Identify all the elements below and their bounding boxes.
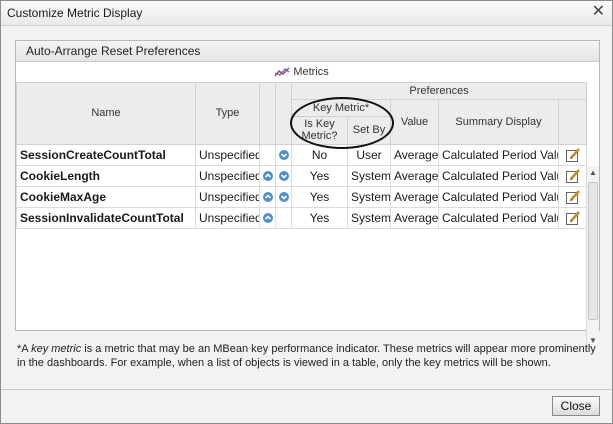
metric-name: CookieMaxAge — [16, 185, 196, 208]
metrics-group-label: Metrics — [293, 65, 329, 78]
set-by: System — [347, 185, 391, 208]
edit-cell — [557, 206, 588, 229]
move-down-icon[interactable] — [279, 150, 289, 161]
vertical-scrollbar[interactable]: ▲ ▼ — [586, 166, 599, 350]
reset-preferences-button[interactable]: Reset Preferences — [101, 44, 200, 58]
column-header-is-key-metric[interactable]: Is Key Metric? — [291, 115, 348, 145]
table-row[interactable]: SessionCreateCountTotal Unspecified No U… — [16, 143, 588, 166]
close-icon[interactable]: ✕ — [592, 3, 605, 21]
summary-display: Calculated Period Value — [438, 164, 559, 187]
metrics-chart-icon — [274, 66, 290, 78]
metric-type: Unspecified — [195, 164, 260, 187]
up-cell — [259, 206, 276, 229]
value: Average — [390, 143, 439, 166]
metric-type: Unspecified — [195, 206, 260, 229]
metric-name: SessionInvalidateCountTotal — [16, 206, 196, 229]
move-up-icon[interactable] — [263, 192, 273, 203]
footnote-term: key metric — [31, 343, 82, 355]
summary-display: Calculated Period Value — [438, 185, 559, 208]
scroll-thumb[interactable] — [588, 182, 598, 320]
set-by: System — [347, 206, 391, 229]
footnote-prefix: *A — [17, 343, 32, 355]
button-bar: Close — [1, 389, 612, 423]
edit-icon[interactable] — [565, 147, 581, 163]
title-bar: Customize Metric Display ✕ — [1, 1, 612, 26]
edit-icon[interactable] — [565, 189, 581, 205]
move-up-icon[interactable] — [263, 171, 273, 182]
column-header-name[interactable]: Name — [16, 81, 196, 145]
value: Average — [390, 206, 439, 229]
edit-cell — [557, 143, 588, 166]
column-header-value[interactable]: Value — [390, 98, 439, 145]
metrics-group-header: Metrics — [16, 62, 587, 83]
key-metric-group-header: Key Metric* — [291, 98, 391, 117]
column-header-down — [275, 81, 292, 145]
close-button[interactable]: Close — [552, 396, 600, 416]
metrics-table: Metrics Name Type Preferences Key Metric… — [16, 62, 588, 229]
move-up-icon[interactable] — [263, 213, 273, 224]
set-by: User — [347, 143, 391, 166]
move-down-icon[interactable] — [279, 192, 289, 203]
up-cell — [259, 164, 276, 187]
up-cell — [259, 185, 276, 208]
table-row[interactable]: SessionInvalidateCountTotal Unspecified … — [16, 206, 588, 229]
metric-type: Unspecified — [195, 185, 260, 208]
move-down-icon[interactable] — [279, 171, 289, 182]
down-cell — [275, 185, 292, 208]
is-key-metric: Yes — [291, 164, 348, 187]
column-header-up — [259, 81, 276, 145]
edit-icon[interactable] — [565, 168, 581, 184]
key-metric-footnote: *A key metric is a metric that may be an… — [17, 342, 597, 370]
table-row[interactable]: CookieMaxAge Unspecified Yes System Aver… — [16, 185, 588, 208]
metrics-grid: Metrics Name Type Preferences Key Metric… — [16, 62, 599, 350]
scroll-up-icon[interactable]: ▲ — [587, 168, 599, 180]
is-key-metric: No — [291, 143, 348, 166]
is-key-metric: Yes — [291, 185, 348, 208]
set-by: System — [347, 164, 391, 187]
down-cell — [275, 164, 292, 187]
footnote-text: is a metric that may be an MBean key per… — [17, 343, 596, 369]
down-cell — [275, 143, 292, 166]
table-row[interactable]: CookieLength Unspecified Yes System Aver… — [16, 164, 588, 187]
summary-display: Calculated Period Value — [438, 206, 559, 229]
column-header-type[interactable]: Type — [195, 81, 260, 145]
metric-type: Unspecified — [195, 143, 260, 166]
value: Average — [390, 164, 439, 187]
edit-cell — [557, 164, 588, 187]
edit-icon[interactable] — [565, 210, 581, 226]
down-cell — [275, 206, 292, 229]
column-header-set-by[interactable]: Set By — [347, 115, 391, 145]
is-key-metric: Yes — [291, 206, 348, 229]
summary-display: Calculated Period Value — [438, 143, 559, 166]
column-header-summary-display[interactable]: Summary Display — [438, 98, 559, 145]
metric-name: CookieLength — [16, 164, 196, 187]
metrics-panel: Auto-Arrange Reset Preferences Metrics N… — [15, 40, 600, 350]
up-cell — [259, 143, 276, 166]
dialog-title: Customize Metric Display — [7, 6, 143, 20]
customize-metric-dialog: Customize Metric Display ✕ Auto-Arrange … — [0, 0, 613, 424]
column-header-edit — [557, 98, 588, 145]
auto-arrange-button[interactable]: Auto-Arrange — [26, 44, 97, 58]
preferences-group-header: Preferences — [290, 81, 588, 100]
edit-cell — [557, 185, 588, 208]
value: Average — [390, 185, 439, 208]
toolbar: Auto-Arrange Reset Preferences — [16, 41, 599, 62]
metric-name: SessionCreateCountTotal — [16, 143, 196, 166]
